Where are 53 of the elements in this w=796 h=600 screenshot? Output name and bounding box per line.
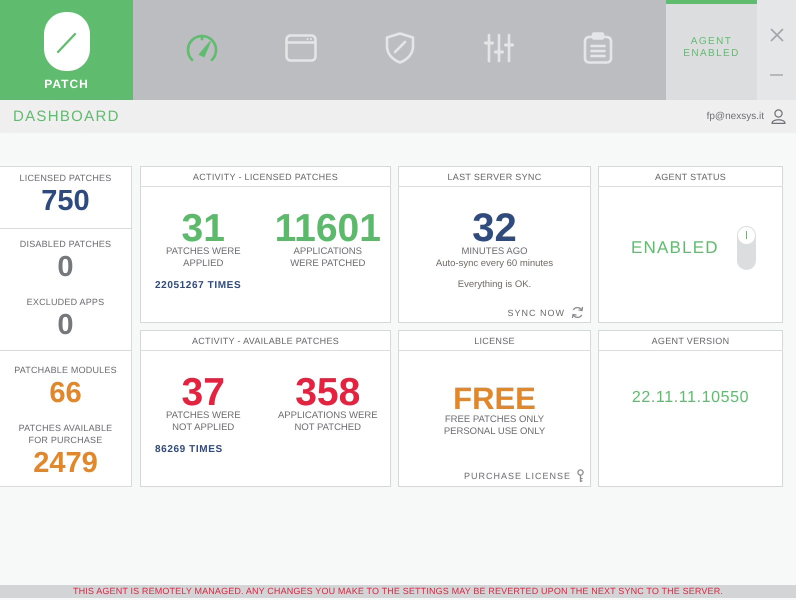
stat-number: 31 xyxy=(182,209,225,248)
stat-number: 358 xyxy=(295,373,360,412)
license-description: FREE PATCHES ONLY PERSONAL USE ONLY xyxy=(444,414,546,438)
summary-label: PATCHES AVAILABLE FOR PURCHASE xyxy=(18,422,114,446)
refresh-icon xyxy=(571,306,584,319)
shield-icon xyxy=(384,32,414,64)
card-title: ACTIVITY - LICENSED PATCHES xyxy=(141,167,390,187)
card-title: LICENSE xyxy=(399,331,590,351)
card-title: ACTIVITY - AVAILABLE PATCHES xyxy=(141,331,390,351)
version-number: 22.11.11.10550 xyxy=(632,389,750,407)
stat-number: 37 xyxy=(182,373,225,412)
browser-window-icon xyxy=(284,34,316,62)
minutes-number: 32 xyxy=(472,208,517,248)
summary-value: 0 xyxy=(57,310,74,340)
summary-value: 66 xyxy=(49,378,82,408)
sliders-icon xyxy=(484,33,514,63)
summary-label: LICENSED PATCHES xyxy=(20,172,112,184)
auto-sync-note: Auto-sync every 60 minutes xyxy=(436,258,554,270)
summary-label: DISABLED PATCHES xyxy=(20,238,112,250)
logo-icon xyxy=(44,12,90,71)
summary-value: 2479 xyxy=(33,448,98,478)
toggle-switch[interactable] xyxy=(737,226,756,270)
agent-status-badge: AGENT ENABLED xyxy=(666,0,757,100)
key-icon xyxy=(577,469,584,483)
stat-label: APPLICATIONS WERE NOT PATCHED xyxy=(278,410,378,434)
purchase-license-button[interactable]: PURCHASE LICENSE xyxy=(464,469,584,483)
minimize-icon xyxy=(770,74,783,76)
minutes-label: MINUTES AGO xyxy=(462,246,528,258)
summary-label: EXCLUDED APPS xyxy=(26,296,104,308)
summary-value: 750 xyxy=(41,186,90,216)
agent-status-text: ENABLED xyxy=(631,238,719,258)
sync-status-text: Everything is OK. xyxy=(458,279,532,291)
stat-number: 11601 xyxy=(274,209,381,248)
logo-label: PATCH xyxy=(44,77,89,91)
card-title: LAST SERVER SYNC xyxy=(399,167,590,187)
times-count: 22051267 TIMES xyxy=(155,280,242,291)
sync-now-button[interactable]: SYNC NOW xyxy=(508,306,584,319)
stat-label: APPLICATIONS WERE PATCHED xyxy=(290,246,366,270)
summary-value: 0 xyxy=(57,252,74,282)
license-type: FREE xyxy=(453,383,536,414)
clipboard-icon xyxy=(582,32,612,64)
card-title: AGENT STATUS xyxy=(599,167,782,187)
page-title: DASHBOARD xyxy=(13,108,120,125)
stat-label: PATCHES WERE APPLIED xyxy=(166,246,241,270)
remote-managed-notice: THIS AGENT IS REMOTELY MANAGED. ANY CHANGES YOU MAKE TO THE SETTINGS MAY BE REVERTED UPON THE NEXT SYNC TO THE SERVER. xyxy=(0,585,796,598)
stat-label: PATCHES WERE NOT APPLIED xyxy=(166,410,241,434)
times-count: 86269 TIMES xyxy=(155,444,223,455)
card-title: AGENT VERSION xyxy=(599,331,782,351)
user-email: fp@nexsys.it xyxy=(706,111,764,122)
speedometer-icon xyxy=(184,32,220,64)
close-icon xyxy=(770,28,784,42)
user-icon[interactable] xyxy=(771,109,786,124)
summary-label: PATCHABLE MODULES xyxy=(14,364,117,376)
